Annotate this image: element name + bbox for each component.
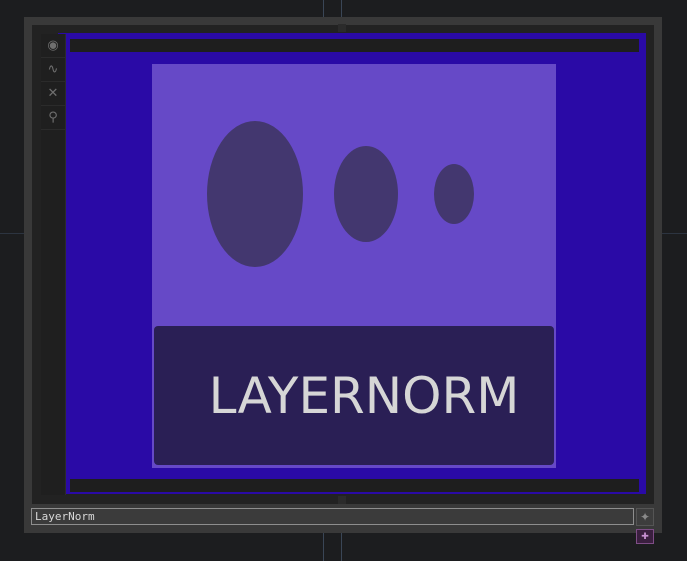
viewer-bottom-strip xyxy=(70,479,639,492)
network-guide-vertical xyxy=(341,533,342,561)
banner-title: LAYERNORM xyxy=(208,366,520,425)
input-connector[interactable] xyxy=(338,24,346,32)
network-guide-vertical xyxy=(323,0,324,17)
node-toolbar: ◉ ∿ ✕ ⚲ xyxy=(41,34,66,495)
node-banner: LAYERNORM xyxy=(154,326,554,465)
large-ellipse xyxy=(207,121,303,267)
graph-icon[interactable]: ∿ xyxy=(41,58,65,82)
close-icon[interactable]: ✕ xyxy=(41,82,65,106)
expand-icon[interactable]: ✦ xyxy=(636,508,654,526)
link-icon[interactable]: ⚲ xyxy=(41,106,65,130)
viewer-icon[interactable]: ◉ xyxy=(41,34,65,58)
node-name-field[interactable]: LayerNorm xyxy=(31,508,634,525)
network-guide-vertical xyxy=(323,533,324,561)
small-ellipse xyxy=(434,164,474,224)
node-viewer-image: LAYERNORM xyxy=(152,64,556,468)
network-guide-horizontal xyxy=(662,233,687,234)
medium-ellipse xyxy=(334,146,398,242)
output-connector-bottom[interactable] xyxy=(338,496,346,504)
viewer-top-strip xyxy=(70,39,639,52)
network-guide-horizontal xyxy=(0,233,24,234)
output-connector-icon[interactable]: ✚ xyxy=(636,529,654,544)
network-guide-vertical xyxy=(341,0,342,17)
